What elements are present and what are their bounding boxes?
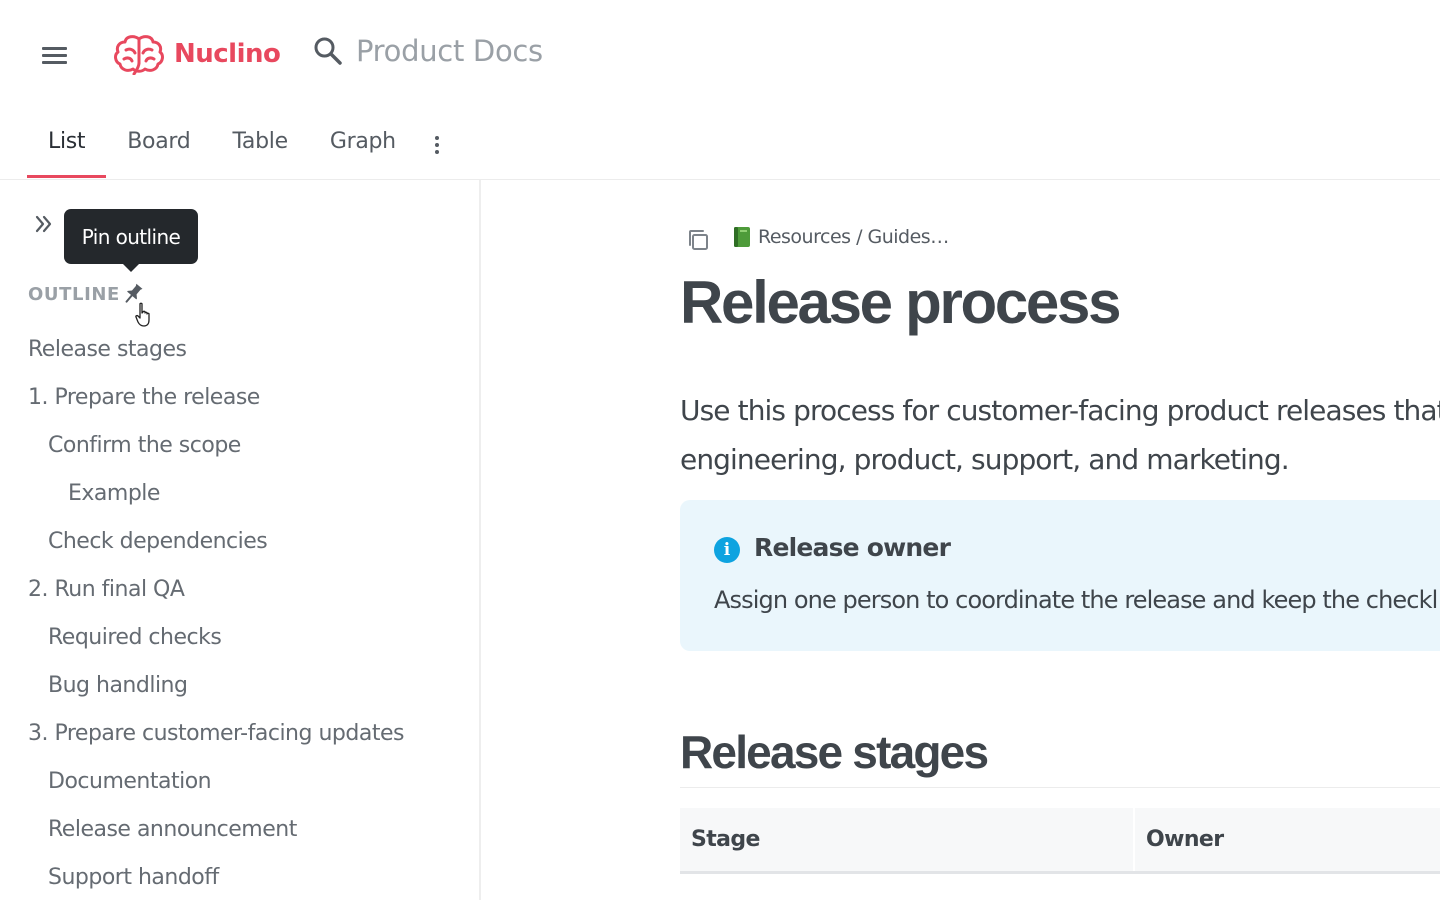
view-tabs: List Board Table Graph [27,115,457,179]
outline-item-required-checks[interactable]: Required checks [0,613,460,661]
table-header-stage[interactable]: Stage [680,808,1135,871]
tab-table[interactable]: Table [211,115,308,178]
section-divider [680,787,1440,788]
app-logo[interactable]: Nuclino [112,33,281,75]
book-icon [734,227,750,247]
search-placeholder: Product Docs [356,34,543,68]
breadcrumb-path: Resources / Guides… [758,226,949,248]
outline-heading: OUTLINE [28,284,120,305]
app-name: Nuclino [174,39,281,69]
document-content: Resources / Guides… Release process Use … [482,180,1440,900]
pin-outline-tooltip: Pin outline [64,209,198,272]
more-views-icon[interactable] [417,125,457,165]
callout-body[interactable]: Assign one person to coordinate the rele… [714,586,1438,614]
outline-item-customer-facing-updates[interactable]: 3. Prepare customer-facing updates [0,709,460,757]
intro-line-1: Use this process for customer-facing pro… [680,394,1440,427]
copy-icon[interactable] [686,228,710,252]
outline-sidebar: Pin outline OUTLINE Release stages 1. Pr… [0,180,481,900]
table-header-row: Stage Owner [680,808,1440,874]
brain-logo-icon [114,35,164,75]
info-callout: i Release owner Assign one person to coo… [680,500,1440,651]
outline-item-bug-handling[interactable]: Bug handling [0,661,460,709]
section-heading[interactable]: Release stages [680,725,989,779]
top-bar: Nuclino Product Docs [0,0,1440,110]
outline-item-support-handoff[interactable]: Support handoff [0,853,460,900]
outline-item-confirm-scope[interactable]: Confirm the scope [0,421,460,469]
tab-graph[interactable]: Graph [309,115,417,178]
intro-line-2: engineering, product, support, and marke… [680,443,1290,476]
page-title[interactable]: Release process [680,268,1121,337]
outline-item-documentation[interactable]: Documentation [0,757,460,805]
workspace-search[interactable]: Product Docs [312,34,543,68]
release-stages-table: Stage Owner [680,808,1440,874]
table-header-owner[interactable]: Owner [1135,808,1440,871]
expand-sidebar-icon[interactable] [30,210,58,238]
outline-item-prepare-release[interactable]: 1. Prepare the release [0,373,460,421]
callout-title[interactable]: Release owner [754,533,951,562]
outline-list: Release stages 1. Prepare the release Co… [0,325,460,900]
breadcrumb[interactable]: Resources / Guides… [732,226,949,248]
outline-item-release-announcement[interactable]: Release announcement [0,805,460,853]
outline-item-release-stages[interactable]: Release stages [0,325,460,373]
intro-paragraph[interactable]: Use this process for customer-facing pro… [680,386,1440,484]
outline-item-run-final-qa[interactable]: 2. Run final QA [0,565,460,613]
tab-board[interactable]: Board [106,115,211,178]
hamburger-menu-icon[interactable] [36,40,72,70]
outline-item-check-dependencies[interactable]: Check dependencies [0,517,460,565]
outline-item-example[interactable]: Example [0,469,460,517]
tab-list[interactable]: List [27,115,107,178]
info-icon: i [714,537,740,563]
search-icon [314,37,342,65]
